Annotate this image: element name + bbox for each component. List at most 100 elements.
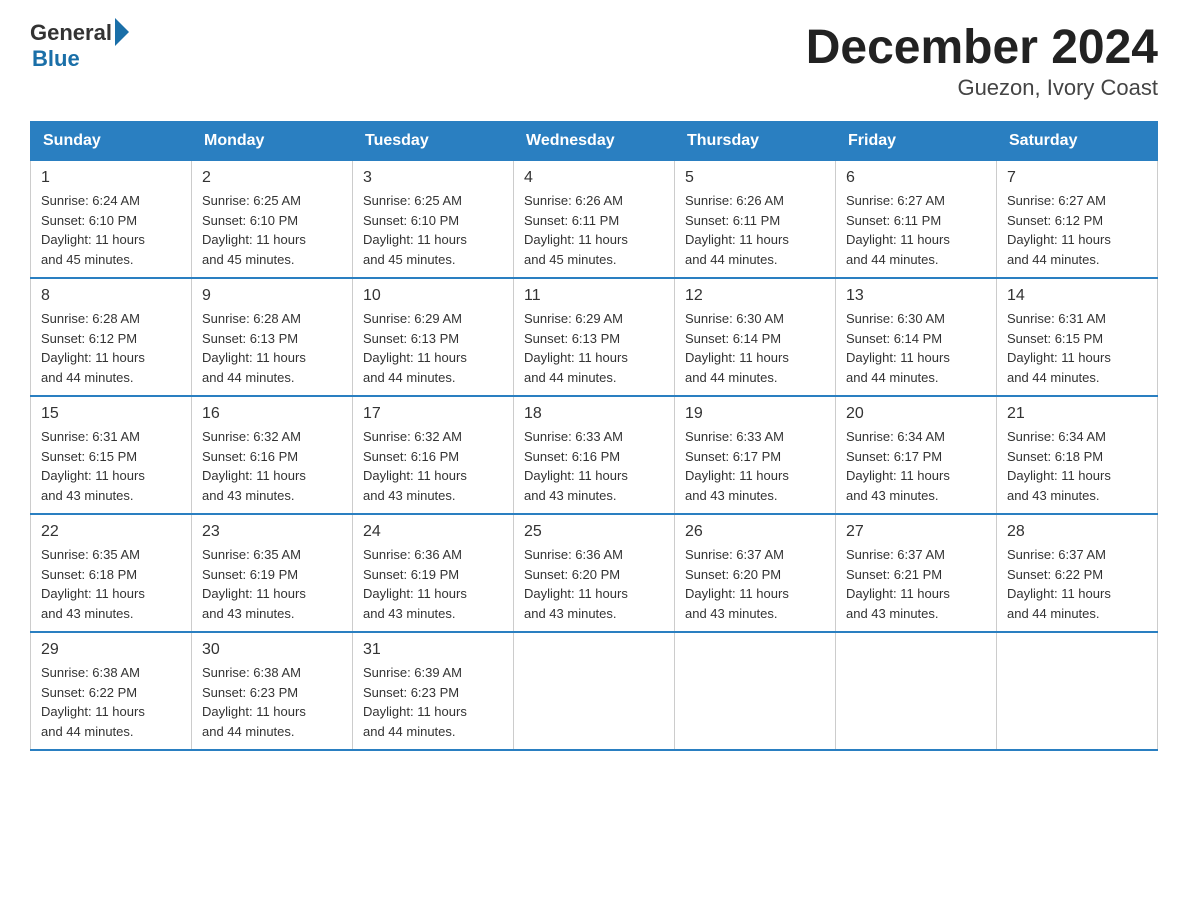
day-number: 24 xyxy=(363,523,503,541)
calendar-week-2: 8Sunrise: 6:28 AMSunset: 6:12 PMDaylight… xyxy=(31,278,1158,396)
calendar-week-4: 22 Sunrise: 6:35 AMSunset: 6:18 PMDayligh… xyxy=(31,514,1158,632)
calendar-cell: 11Sunrise: 6:29 AMSunset: 6:13 PMDayligh… xyxy=(514,278,675,396)
calendar-cell: 3 Sunrise: 6:25 AMSunset: 6:10 PMDaylight… xyxy=(353,161,514,279)
day-info: Sunrise: 6:36 AMSunset: 6:19 PMDaylight:… xyxy=(363,545,503,623)
day-info: Sunrise: 6:33 AMSunset: 6:17 PMDaylight:… xyxy=(685,427,825,505)
day-info: Sunrise: 6:36 AMSunset: 6:20 PMDaylight:… xyxy=(524,545,664,623)
calendar-cell: 27Sunrise: 6:37 AMSunset: 6:21 PMDayligh… xyxy=(836,514,997,632)
page-header: General Blue December 2024 Guezon, Ivory… xyxy=(30,20,1158,101)
day-number: 18 xyxy=(524,405,664,423)
header-wednesday: Wednesday xyxy=(514,122,675,161)
calendar-cell: 31 Sunrise: 6:39 AMSunset: 6:23 PMDayligh… xyxy=(353,632,514,750)
header-monday: Monday xyxy=(192,122,353,161)
day-info: Sunrise: 6:35 AMSunset: 6:18 PMDaylight:… xyxy=(41,545,181,623)
title-block: December 2024 Guezon, Ivory Coast xyxy=(806,20,1158,101)
day-number: 21 xyxy=(1007,405,1147,423)
day-number: 15 xyxy=(41,405,181,423)
header-sunday: Sunday xyxy=(31,122,192,161)
day-info: Sunrise: 6:25 AMSunset: 6:10 PMDaylight:… xyxy=(363,191,503,269)
day-info: Sunrise: 6:31 AMSunset: 6:15 PMDaylight:… xyxy=(1007,309,1147,387)
day-info: Sunrise: 6:33 AMSunset: 6:16 PMDaylight:… xyxy=(524,427,664,505)
calendar-cell: 9 Sunrise: 6:28 AMSunset: 6:13 PMDaylight… xyxy=(192,278,353,396)
day-number: 17 xyxy=(363,405,503,423)
header-saturday: Saturday xyxy=(997,122,1158,161)
day-info: Sunrise: 6:38 AMSunset: 6:23 PMDaylight:… xyxy=(202,663,342,741)
calendar-cell: 1 Sunrise: 6:24 AMSunset: 6:10 PMDaylight… xyxy=(31,161,192,279)
header-thursday: Thursday xyxy=(675,122,836,161)
calendar-week-3: 15 Sunrise: 6:31 AMSunset: 6:15 PMDayligh… xyxy=(31,396,1158,514)
calendar-header: SundayMondayTuesdayWednesdayThursdayFrid… xyxy=(31,122,1158,161)
day-number: 26 xyxy=(685,523,825,541)
calendar-cell: 26 Sunrise: 6:37 AMSunset: 6:20 PMDayligh… xyxy=(675,514,836,632)
header-tuesday: Tuesday xyxy=(353,122,514,161)
day-info: Sunrise: 6:28 AMSunset: 6:13 PMDaylight:… xyxy=(202,309,342,387)
calendar-cell: 5 Sunrise: 6:26 AMSunset: 6:11 PMDaylight… xyxy=(675,161,836,279)
logo-general-text: General xyxy=(30,20,112,46)
day-number: 23 xyxy=(202,523,342,541)
calendar-cell: 19 Sunrise: 6:33 AMSunset: 6:17 PMDayligh… xyxy=(675,396,836,514)
day-number: 30 xyxy=(202,641,342,659)
day-number: 6 xyxy=(846,169,986,187)
day-number: 20 xyxy=(846,405,986,423)
day-number: 31 xyxy=(363,641,503,659)
calendar-cell: 23Sunrise: 6:35 AMSunset: 6:19 PMDayligh… xyxy=(192,514,353,632)
logo-blue-text: Blue xyxy=(32,46,129,72)
day-info: Sunrise: 6:32 AMSunset: 6:16 PMDaylight:… xyxy=(202,427,342,505)
day-number: 9 xyxy=(202,287,342,305)
day-number: 25 xyxy=(524,523,664,541)
calendar-cell: 16 Sunrise: 6:32 AMSunset: 6:16 PMDayligh… xyxy=(192,396,353,514)
day-number: 4 xyxy=(524,169,664,187)
logo-triangle-icon xyxy=(115,18,129,46)
day-info: Sunrise: 6:32 AMSunset: 6:16 PMDaylight:… xyxy=(363,427,503,505)
calendar-week-1: 1 Sunrise: 6:24 AMSunset: 6:10 PMDaylight… xyxy=(31,161,1158,279)
calendar-cell: 18 Sunrise: 6:33 AMSunset: 6:16 PMDayligh… xyxy=(514,396,675,514)
calendar-cell: 24 Sunrise: 6:36 AMSunset: 6:19 PMDayligh… xyxy=(353,514,514,632)
calendar-cell xyxy=(836,632,997,750)
day-number: 22 xyxy=(41,523,181,541)
header-friday: Friday xyxy=(836,122,997,161)
day-info: Sunrise: 6:25 AMSunset: 6:10 PMDaylight:… xyxy=(202,191,342,269)
day-info: Sunrise: 6:27 AMSunset: 6:12 PMDaylight:… xyxy=(1007,191,1147,269)
day-info: Sunrise: 6:31 AMSunset: 6:15 PMDaylight:… xyxy=(41,427,181,505)
day-number: 19 xyxy=(685,405,825,423)
calendar-table: SundayMondayTuesdayWednesdayThursdayFrid… xyxy=(30,121,1158,751)
day-info: Sunrise: 6:37 AMSunset: 6:22 PMDaylight:… xyxy=(1007,545,1147,623)
calendar-cell xyxy=(997,632,1158,750)
day-info: Sunrise: 6:39 AMSunset: 6:23 PMDaylight:… xyxy=(363,663,503,741)
day-info: Sunrise: 6:34 AMSunset: 6:17 PMDaylight:… xyxy=(846,427,986,505)
day-number: 12 xyxy=(685,287,825,305)
calendar-cell: 10Sunrise: 6:29 AMSunset: 6:13 PMDayligh… xyxy=(353,278,514,396)
page-title: December 2024 xyxy=(806,20,1158,75)
calendar-cell: 4 Sunrise: 6:26 AMSunset: 6:11 PMDaylight… xyxy=(514,161,675,279)
day-number: 28 xyxy=(1007,523,1147,541)
day-number: 16 xyxy=(202,405,342,423)
day-info: Sunrise: 6:28 AMSunset: 6:12 PMDaylight:… xyxy=(41,309,181,387)
day-info: Sunrise: 6:26 AMSunset: 6:11 PMDaylight:… xyxy=(685,191,825,269)
day-number: 2 xyxy=(202,169,342,187)
day-info: Sunrise: 6:37 AMSunset: 6:20 PMDaylight:… xyxy=(685,545,825,623)
calendar-cell: 25 Sunrise: 6:36 AMSunset: 6:20 PMDayligh… xyxy=(514,514,675,632)
day-info: Sunrise: 6:24 AMSunset: 6:10 PMDaylight:… xyxy=(41,191,181,269)
calendar-cell: 21 Sunrise: 6:34 AMSunset: 6:18 PMDayligh… xyxy=(997,396,1158,514)
day-info: Sunrise: 6:26 AMSunset: 6:11 PMDaylight:… xyxy=(524,191,664,269)
day-number: 14 xyxy=(1007,287,1147,305)
day-number: 13 xyxy=(846,287,986,305)
day-number: 5 xyxy=(685,169,825,187)
day-info: Sunrise: 6:38 AMSunset: 6:22 PMDaylight:… xyxy=(41,663,181,741)
day-number: 1 xyxy=(41,169,181,187)
day-info: Sunrise: 6:34 AMSunset: 6:18 PMDaylight:… xyxy=(1007,427,1147,505)
calendar-week-5: 29 Sunrise: 6:38 AMSunset: 6:22 PMDayligh… xyxy=(31,632,1158,750)
calendar-cell: 30 Sunrise: 6:38 AMSunset: 6:23 PMDayligh… xyxy=(192,632,353,750)
day-number: 29 xyxy=(41,641,181,659)
calendar-cell: 17 Sunrise: 6:32 AMSunset: 6:16 PMDayligh… xyxy=(353,396,514,514)
day-number: 7 xyxy=(1007,169,1147,187)
calendar-cell: 8Sunrise: 6:28 AMSunset: 6:12 PMDaylight… xyxy=(31,278,192,396)
calendar-cell: 15 Sunrise: 6:31 AMSunset: 6:15 PMDayligh… xyxy=(31,396,192,514)
calendar-cell xyxy=(675,632,836,750)
day-info: Sunrise: 6:29 AMSunset: 6:13 PMDaylight:… xyxy=(363,309,503,387)
calendar-cell: 20 Sunrise: 6:34 AMSunset: 6:17 PMDayligh… xyxy=(836,396,997,514)
calendar-cell: 28 Sunrise: 6:37 AMSunset: 6:22 PMDayligh… xyxy=(997,514,1158,632)
calendar-cell: 22 Sunrise: 6:35 AMSunset: 6:18 PMDayligh… xyxy=(31,514,192,632)
logo: General Blue xyxy=(30,20,129,72)
day-number: 3 xyxy=(363,169,503,187)
